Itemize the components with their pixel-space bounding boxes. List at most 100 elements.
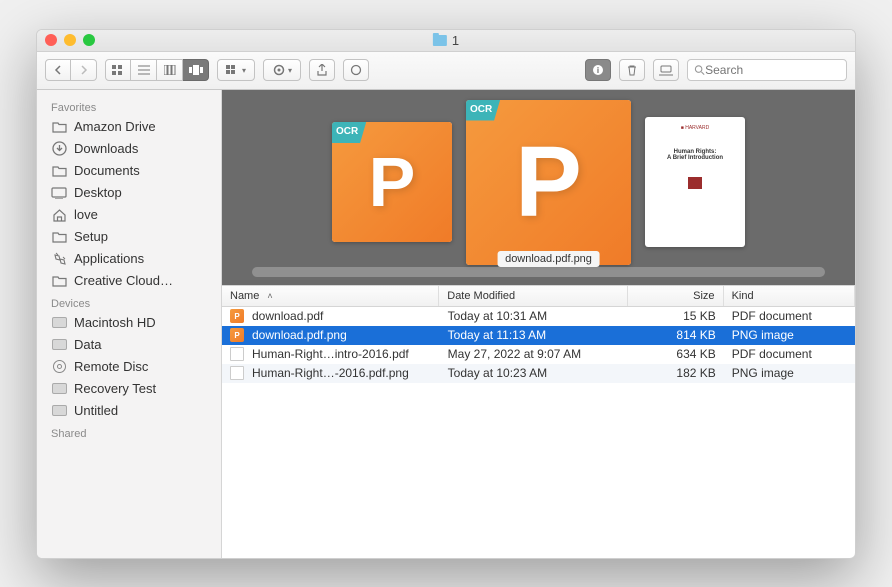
- view-buttons: [105, 59, 209, 81]
- icon-view-button[interactable]: [105, 59, 131, 81]
- sidebar-item[interactable]: Amazon Drive: [37, 116, 221, 138]
- preview-filename: download.pdf.png: [497, 251, 600, 267]
- window-title: 1: [433, 33, 459, 48]
- sidebar-item-label: Applications: [74, 251, 144, 266]
- preview-thumb-current[interactable]: OCRP download.pdf.png: [466, 100, 631, 265]
- hd-icon: [51, 404, 67, 418]
- share-button[interactable]: [309, 59, 335, 81]
- file-row[interactable]: download.pdf.pngToday at 11:13 AM814 KBP…: [222, 326, 855, 345]
- preview-thumb-next[interactable]: ■ HARVARD Human Rights:A Brief Introduct…: [645, 117, 745, 247]
- file-name: download.pdf: [252, 309, 323, 323]
- sidebar-item-label: Amazon Drive: [74, 119, 156, 134]
- file-name: Human-Right…intro-2016.pdf: [252, 347, 409, 361]
- folder-icon: [433, 35, 447, 46]
- applications-icon: [51, 252, 67, 266]
- sidebar: Favorites Amazon Drive Downloads Documents D…: [37, 90, 222, 558]
- file-icon: [230, 328, 244, 342]
- file-kind: PNG image: [724, 326, 855, 345]
- folder-icon: [51, 164, 67, 178]
- sidebar-section-header: Devices: [37, 292, 221, 312]
- close-button[interactable]: [45, 34, 57, 46]
- file-date: Today at 11:13 AM: [440, 326, 629, 345]
- sidebar-item-label: Remote Disc: [74, 359, 148, 374]
- folder-icon: [51, 274, 67, 288]
- coverflow-view-button[interactable]: [183, 59, 209, 81]
- column-date[interactable]: Date Modified: [439, 286, 628, 306]
- file-kind: PNG image: [724, 364, 855, 383]
- window-controls: [45, 34, 95, 46]
- sidebar-item-label: Data: [74, 337, 101, 352]
- disc-icon: [51, 360, 67, 374]
- file-row[interactable]: download.pdf Today at 10:31 AM15 KBPDF do…: [222, 307, 855, 326]
- column-view-button[interactable]: [157, 59, 183, 81]
- titlebar: 1: [37, 30, 855, 52]
- file-date: Today at 10:23 AM: [440, 364, 629, 383]
- sidebar-section-header: Favorites: [37, 96, 221, 116]
- sidebar-item-label: Desktop: [74, 185, 122, 200]
- sidebar-item-label: love: [74, 207, 98, 222]
- file-name: download.pdf.png: [252, 328, 347, 342]
- sidebar-item-label: Recovery Test: [74, 381, 156, 396]
- svg-text:i: i: [597, 66, 599, 75]
- preview-thumb-prev[interactable]: OCRP: [332, 122, 452, 242]
- column-size[interactable]: Size: [628, 286, 724, 306]
- sidebar-item[interactable]: Downloads: [37, 138, 221, 160]
- sidebar-item-label: Macintosh HD: [74, 315, 156, 330]
- sort-indicator-icon: ˄: [267, 291, 272, 301]
- tags-button[interactable]: [343, 59, 369, 81]
- sidebar-item-label: Downloads: [74, 141, 138, 156]
- file-kind: PDF document: [724, 345, 855, 364]
- connect-button[interactable]: [653, 59, 679, 81]
- hd-icon: [51, 316, 67, 330]
- sidebar-item-label: Untitled: [74, 403, 118, 418]
- file-size: 15 KB: [629, 307, 724, 326]
- sidebar-item[interactable]: Remote Disc: [37, 356, 221, 378]
- action-button[interactable]: ▾: [263, 59, 301, 81]
- finder-window: 1 ▾ ▾ i Favorites Amazon Drive Downloads Do…: [36, 29, 856, 559]
- hd-icon: [51, 338, 67, 352]
- column-kind[interactable]: Kind: [724, 286, 855, 306]
- zoom-button[interactable]: [83, 34, 95, 46]
- file-date: Today at 10:31 AM: [440, 307, 629, 326]
- arrange-button[interactable]: ▾: [217, 59, 255, 81]
- desktop-icon: [51, 186, 67, 200]
- forward-button[interactable]: [71, 59, 97, 81]
- file-row[interactable]: Human-Right…intro-2016.pdf May 27, 2022 a…: [222, 345, 855, 364]
- file-kind: PDF document: [724, 307, 855, 326]
- folder-icon: [51, 230, 67, 244]
- trash-button[interactable]: [619, 59, 645, 81]
- file-size: 634 KB: [629, 345, 724, 364]
- sidebar-item[interactable]: love: [37, 204, 221, 226]
- minimize-button[interactable]: [64, 34, 76, 46]
- file-list: download.pdf Today at 10:31 AM15 KBPDF do…: [222, 307, 855, 558]
- sidebar-item[interactable]: Documents: [37, 160, 221, 182]
- sidebar-item[interactable]: Applications: [37, 248, 221, 270]
- file-row[interactable]: Human-Right…-2016.pdf.png Today at 10:23 …: [222, 364, 855, 383]
- file-icon: [230, 309, 244, 323]
- sidebar-item[interactable]: Setup: [37, 226, 221, 248]
- sidebar-item-label: Documents: [74, 163, 140, 178]
- home-icon: [51, 208, 67, 222]
- file-name: Human-Right…-2016.pdf.png: [252, 366, 409, 380]
- list-view-button[interactable]: [131, 59, 157, 81]
- coverflow-preview[interactable]: OCRP OCRP download.pdf.png ■ HARVARD Hum…: [222, 90, 855, 285]
- sidebar-item-label: Setup: [74, 229, 108, 244]
- sidebar-item[interactable]: Untitled: [37, 400, 221, 422]
- nav-buttons: [45, 59, 97, 81]
- sidebar-item[interactable]: Recovery Test: [37, 378, 221, 400]
- coverflow-scrollbar[interactable]: [252, 267, 825, 277]
- search-input[interactable]: [705, 63, 840, 77]
- search-field[interactable]: [687, 59, 847, 81]
- back-button[interactable]: [45, 59, 71, 81]
- sidebar-item[interactable]: Data: [37, 334, 221, 356]
- sidebar-item[interactable]: Macintosh HD: [37, 312, 221, 334]
- file-icon: [230, 366, 244, 380]
- column-name[interactable]: Name˄: [222, 286, 439, 306]
- file-date: May 27, 2022 at 9:07 AM: [440, 345, 629, 364]
- sidebar-item[interactable]: Creative Cloud…: [37, 270, 221, 292]
- file-icon: [230, 347, 244, 361]
- content-area: OCRP OCRP download.pdf.png ■ HARVARD Hum…: [222, 90, 855, 558]
- hd-icon: [51, 382, 67, 396]
- sidebar-item[interactable]: Desktop: [37, 182, 221, 204]
- info-button[interactable]: i: [585, 59, 611, 81]
